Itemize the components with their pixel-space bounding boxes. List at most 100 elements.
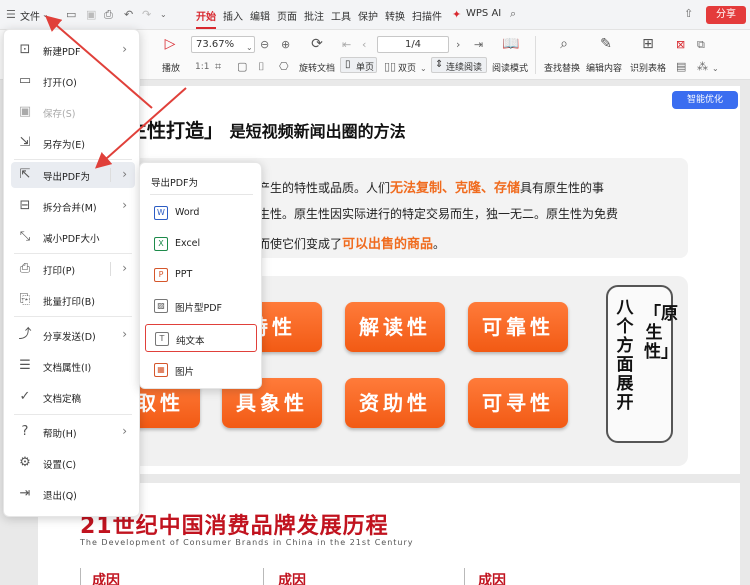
- recognize-table-button[interactable]: 识别表格: [630, 61, 666, 74]
- edit-content-icon[interactable]: ✎: [598, 36, 614, 52]
- first-page-icon[interactable]: ⇤: [342, 39, 351, 51]
- export-option-image-pdf[interactable]: ▨ 图片型PDF: [145, 292, 257, 320]
- menu-item-print[interactable]: ⎙ 打印(P) ›: [11, 256, 135, 282]
- tab-comment[interactable]: 批注: [304, 8, 324, 23]
- zoom-value: 73.67%: [196, 39, 235, 50]
- menu-item-doc-finalize[interactable]: ✓ 文档定稿: [11, 384, 135, 410]
- page-input[interactable]: 1/4: [377, 36, 449, 53]
- zoom-out-icon[interactable]: ⊖: [260, 39, 269, 51]
- hamburger-icon[interactable]: ☰: [6, 9, 16, 21]
- screenshot-icon[interactable]: ⎔: [279, 61, 289, 73]
- tab-start[interactable]: 开始: [196, 8, 216, 23]
- cloud-upload-icon[interactable]: ⇧: [684, 8, 693, 20]
- export-option-word[interactable]: W Word: [145, 199, 257, 227]
- prev-page-icon[interactable]: ‹: [362, 39, 366, 51]
- menu-item-help[interactable]: ? 帮助(H) ›: [11, 419, 135, 445]
- continuous-read-button[interactable]: ⇕ 连续阅读: [431, 57, 487, 73]
- page-icon[interactable]: ▤: [676, 61, 686, 73]
- play-icon[interactable]: ▷: [162, 36, 178, 52]
- menu-item-label: 分享发送(D): [43, 332, 96, 343]
- rotate-doc-button[interactable]: 旋转文档: [299, 61, 335, 74]
- paragraph-line-3-a: 而使它们变成了: [258, 237, 343, 251]
- menu-item-new-pdf[interactable]: ⊡ 新建PDF ›: [11, 37, 135, 63]
- paragraph-line-2-text: 生性。原生性因实际进行的特定交易而生，独一无二。原生性为免费: [258, 207, 619, 221]
- redo-icon[interactable]: ↷: [142, 9, 151, 21]
- export-option-image[interactable]: ▦ 图片: [145, 356, 257, 384]
- menu-item-label: 文档属性(I): [43, 363, 92, 374]
- double-page-dropdown-icon[interactable]: ⌄: [420, 63, 427, 75]
- pdf-convert-icon[interactable]: ⊠: [676, 39, 685, 51]
- single-page-button[interactable]: ▯ 单页: [340, 57, 377, 73]
- quick-access-chevron-icon[interactable]: ⌄: [160, 9, 167, 21]
- menu-item-exit[interactable]: ⇥ 退出(Q): [11, 481, 135, 507]
- find-replace-button[interactable]: 查找替换: [544, 61, 580, 74]
- chevron-down-icon[interactable]: ⌄: [42, 9, 49, 21]
- export-option-excel[interactable]: X Excel: [145, 230, 257, 258]
- crop-icon[interactable]: ⌷: [258, 61, 265, 73]
- edit-content-button[interactable]: 编辑内容: [586, 61, 622, 74]
- menu-item-save[interactable]: ▣ 保存(S): [11, 99, 135, 125]
- export-option-plain-text[interactable]: T 纯文本: [145, 324, 257, 352]
- export-option-label: 纯文本: [176, 336, 205, 347]
- double-page-icon[interactable]: ▯▯: [384, 61, 396, 73]
- chevron-right-icon: ›: [122, 261, 127, 275]
- tab-insert[interactable]: 插入: [223, 8, 243, 23]
- menubar: ☰ 文件 ⌄ ▭ ▣ ⎙ ↶ ↷ ⌄ 开始 插入 编辑 页面 批注 工具 保护 …: [0, 0, 750, 30]
- menu-item-share[interactable]: ⤴ 分享发送(D) ›: [11, 322, 135, 348]
- zoom-dropdown-icon[interactable]: ⌄: [246, 42, 253, 54]
- shapes-dropdown-icon[interactable]: ⌄: [712, 63, 719, 75]
- tab-edit[interactable]: 编辑: [250, 8, 270, 23]
- smart-optimize-button[interactable]: 智能优化: [672, 91, 738, 109]
- save-icon[interactable]: ▣: [86, 9, 96, 21]
- paragraph-line-1-highlight: 无法复制、克隆、存储: [390, 181, 521, 196]
- word-icon: W: [154, 206, 168, 220]
- recognize-table-icon[interactable]: ⊞: [640, 36, 656, 52]
- menu-item-export-pdf[interactable]: ⇱ 导出PDF为 ›: [11, 162, 135, 188]
- menu-item-open[interactable]: ▭ 打开(O): [11, 68, 135, 94]
- share-button[interactable]: 分享: [706, 6, 746, 24]
- double-page-button[interactable]: 双页: [398, 61, 416, 74]
- search-icon[interactable]: ⌕: [510, 8, 516, 20]
- tab-page[interactable]: 页面: [277, 8, 297, 23]
- print-icon[interactable]: ⎙: [104, 9, 113, 21]
- vertical-text-right: 「原生性」: [644, 304, 678, 362]
- file-menu-button[interactable]: 文件: [20, 8, 40, 23]
- compare-icon[interactable]: ⧉: [697, 39, 705, 51]
- export-icon: ⇱: [19, 167, 31, 182]
- export-option-ppt[interactable]: P PPT: [145, 261, 257, 289]
- rotate-icon[interactable]: ⟳: [309, 36, 325, 52]
- wps-ai-button[interactable]: WPS AI: [466, 8, 501, 19]
- export-option-label: PPT: [175, 269, 193, 280]
- submenu-separator: [150, 194, 253, 195]
- play-label[interactable]: 播放: [162, 61, 180, 74]
- read-mode-icon[interactable]: 📖: [502, 36, 519, 52]
- read-mode-button[interactable]: 阅读模式: [492, 61, 528, 74]
- next-page-icon[interactable]: ›: [456, 39, 460, 51]
- tab-tools[interactable]: 工具: [331, 8, 351, 23]
- open-folder-icon[interactable]: ▭: [66, 9, 76, 21]
- tab-protect[interactable]: 保护: [358, 8, 378, 23]
- single-page-label: 单页: [356, 63, 375, 73]
- actual-size-icon[interactable]: 1:1: [195, 61, 209, 73]
- menu-item-settings[interactable]: ⚙ 设置(C): [11, 450, 135, 476]
- export-option-label: 图片型PDF: [175, 303, 223, 314]
- menu-item-label: 帮助(H): [43, 429, 77, 440]
- find-replace-icon[interactable]: ⌕: [556, 36, 572, 52]
- last-page-icon[interactable]: ⇥: [474, 39, 483, 51]
- feature-tile: 可寻性: [468, 378, 568, 428]
- menu-item-save-as[interactable]: ⇲ 另存为(E): [11, 130, 135, 156]
- shapes-icon[interactable]: ⁂: [697, 61, 708, 73]
- help-icon: ?: [21, 424, 29, 439]
- zoom-in-icon[interactable]: ⊕: [281, 39, 290, 51]
- tab-scan[interactable]: 扫描件: [412, 8, 442, 23]
- menu-item-split-merge[interactable]: ⊟ 拆分合并(M) ›: [11, 193, 135, 219]
- undo-icon[interactable]: ↶: [124, 9, 133, 21]
- menu-item-doc-properties[interactable]: ☰ 文档属性(I): [11, 353, 135, 379]
- menu-item-label: 导出PDF为: [43, 172, 91, 183]
- fit-page-icon[interactable]: ⌗: [215, 61, 221, 73]
- print-icon: ⎙: [19, 261, 31, 276]
- fit-width-icon[interactable]: ▢: [237, 61, 247, 73]
- menu-item-batch-print[interactable]: ⎘ 批量打印(B): [11, 287, 135, 313]
- tab-convert[interactable]: 转换: [385, 8, 405, 23]
- menu-item-compress[interactable]: ⤡ 减小PDF大小: [11, 224, 135, 250]
